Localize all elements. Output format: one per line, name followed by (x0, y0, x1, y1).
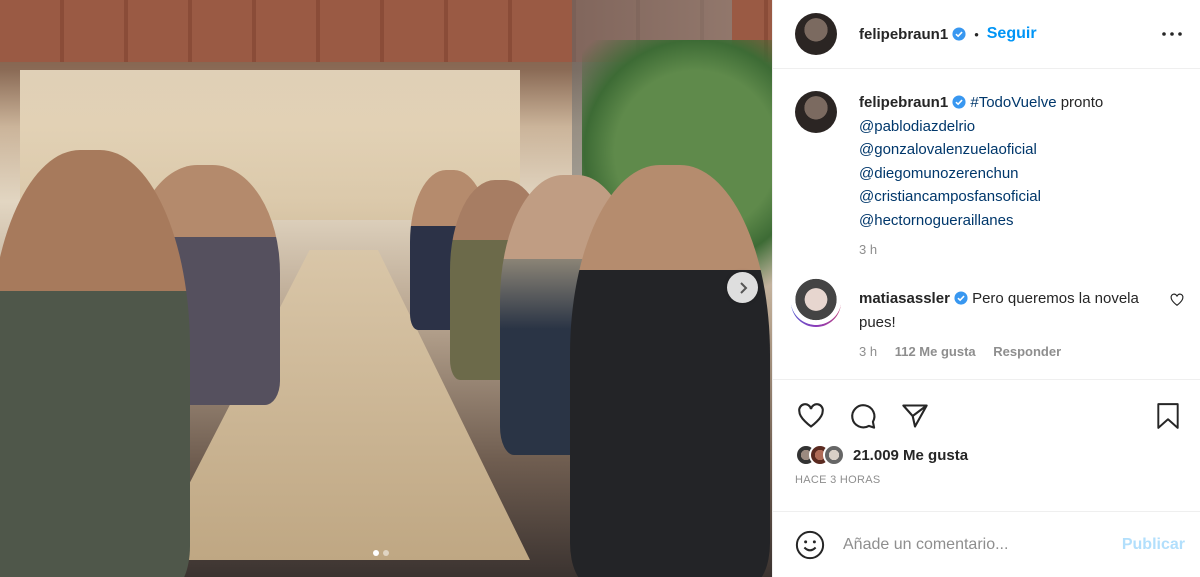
comments-section: felipebraun1 #TodoVuelve pronto @pablodi… (773, 69, 1200, 380)
header-separator: • (974, 26, 979, 42)
like-comment-heart-icon[interactable] (1170, 293, 1184, 307)
mention-link[interactable]: @gonzalovalenzuelaoficial (859, 141, 1037, 158)
carousel-dot (383, 550, 389, 556)
like-heart-icon[interactable] (795, 400, 827, 432)
caption-row: felipebraun1 #TodoVuelve pronto @pablodi… (795, 91, 1184, 257)
mention-link[interactable]: @cristiancamposfansoficial (859, 188, 1041, 205)
post-header: felipebraun1 • Seguir (773, 0, 1200, 69)
caption-username[interactable]: felipebraun1 (859, 94, 948, 111)
next-photo-button[interactable] (727, 272, 758, 303)
add-comment-bar: Publicar (773, 511, 1200, 577)
carousel-dot (373, 550, 379, 556)
reply-button[interactable]: Responder (993, 344, 1061, 359)
verified-badge-icon (952, 27, 966, 41)
comment-time[interactable]: 3 h (859, 344, 877, 359)
mention-link[interactable]: @pablodiazdelrio (859, 118, 975, 135)
follow-button[interactable]: Seguir (987, 25, 1037, 43)
caption-body: pronto (1056, 94, 1104, 111)
chevron-right-icon (739, 281, 747, 294)
caption-text: felipebraun1 #TodoVuelve pronto @pablodi… (859, 91, 1103, 232)
post-sidebar: felipebraun1 • Seguir felipebraun1 #Todo… (772, 0, 1200, 577)
liker-avatar[interactable] (823, 444, 845, 466)
post-actions (773, 380, 1200, 432)
hashtag-link[interactable]: #TodoVuelve (970, 94, 1056, 111)
instagram-post: felipebraun1 • Seguir felipebraun1 #Todo… (0, 0, 1200, 577)
verified-badge-icon (952, 95, 966, 109)
post-timestamp[interactable]: HACE 3 HORAS (773, 466, 1200, 486)
post-photo[interactable] (0, 0, 772, 577)
more-options-icon[interactable] (1160, 22, 1184, 46)
caption-meta: 3 h (859, 242, 1103, 257)
comment-row: matiasassler Pero queremos la novela pue… (791, 277, 1184, 359)
mention-link[interactable]: @hectornogueraillanes (859, 212, 1014, 229)
likes-summary: 21.009 Me gusta (773, 432, 1200, 466)
commenter-username[interactable]: matiasassler (859, 290, 950, 307)
photo-person (0, 150, 190, 577)
likes-count[interactable]: 21.009 Me gusta (853, 447, 968, 464)
commenter-avatar[interactable] (791, 277, 841, 327)
comment-input[interactable] (843, 535, 1122, 554)
share-paper-plane-icon[interactable] (899, 400, 931, 432)
comment-meta: 3 h 112 Me gusta Responder (859, 344, 1159, 359)
emoji-smiley-icon[interactable] (795, 530, 825, 560)
save-bookmark-icon[interactable] (1152, 400, 1184, 432)
author-avatar[interactable] (795, 13, 837, 55)
verified-badge-icon (954, 291, 968, 305)
author-username[interactable]: felipebraun1 (859, 26, 948, 43)
caption-time[interactable]: 3 h (859, 242, 877, 257)
comment-text: matiasassler Pero queremos la novela pue… (859, 287, 1159, 334)
publish-button[interactable]: Publicar (1122, 536, 1185, 554)
author-avatar[interactable] (795, 91, 837, 133)
mention-link[interactable]: @diegomunozerenchun (859, 165, 1019, 182)
comment-likes[interactable]: 112 Me gusta (895, 344, 976, 359)
carousel-indicator (373, 550, 389, 556)
photo-person (570, 165, 770, 577)
comment-bubble-icon[interactable] (847, 400, 879, 432)
